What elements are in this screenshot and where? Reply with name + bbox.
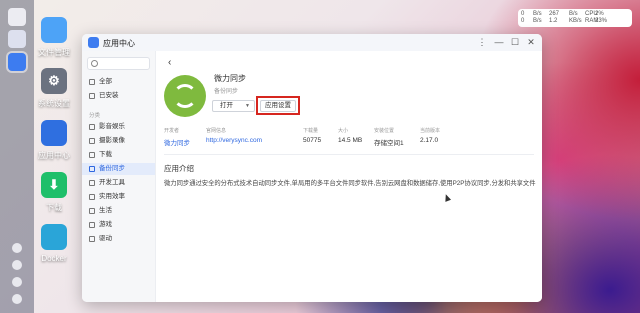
- box-icon: [89, 93, 95, 99]
- download-icon: [89, 152, 95, 158]
- sidebar-section-label: 分类: [89, 113, 101, 119]
- app-detail: ‹ 微力同步 备份同步 打开 ▼ 应用设置 开发者 微力同步 官网信息 http…: [156, 51, 542, 302]
- code-icon: [89, 180, 95, 186]
- grid-icon: [89, 79, 95, 85]
- sidebar-item-dev-tools[interactable]: 开发工具: [82, 177, 155, 189]
- info-version: 当前版本 2.17.0: [420, 128, 441, 144]
- film-icon: [89, 124, 95, 130]
- app-center-window: 应用中心 ⋮ — ☐ ✕ 全部 已安装 分类 影音娱乐 摄影录像 下载 备份同步…: [82, 34, 542, 302]
- search-icon: [91, 60, 98, 67]
- gear-icon: ⚙: [41, 68, 67, 94]
- gamepad-icon: [89, 222, 95, 228]
- sidebar-item-all[interactable]: 全部: [82, 76, 155, 88]
- desktop-icon-download[interactable]: ⬇ 下载: [22, 172, 86, 213]
- sidebar-item-drivers[interactable]: 驱动: [82, 233, 155, 245]
- sidebar-item-download[interactable]: 下载: [82, 149, 155, 161]
- sync-icon: [89, 166, 95, 172]
- bell-icon[interactable]: [12, 260, 22, 270]
- sidebar-item-games[interactable]: 游戏: [82, 219, 155, 231]
- minimize-button[interactable]: —: [494, 37, 504, 47]
- tool-icon: [89, 194, 95, 200]
- sync-icon: [173, 84, 197, 108]
- window-title: 应用中心: [103, 39, 135, 48]
- app-name: 微力同步: [214, 74, 246, 83]
- chip-icon: [89, 236, 95, 242]
- folder-icon: [41, 17, 67, 43]
- settings-icon[interactable]: [12, 294, 22, 304]
- highlight-box: [256, 96, 300, 115]
- sidebar-item-media[interactable]: 影音娱乐: [82, 121, 155, 133]
- desktop-icon-settings[interactable]: ⚙ 系统设置: [22, 68, 86, 109]
- system-status-widget: 0 B/s 267 B/s CPU 2% 0 B/s 1.2 KB/s RAM …: [518, 9, 632, 27]
- intro-text: 微力同步通过安全的分布式技术自动同步文件,单局用的多平台文件同步软件,告别云网盘…: [164, 180, 536, 187]
- store-icon: [41, 120, 67, 146]
- close-button[interactable]: ✕: [526, 37, 536, 47]
- sidebar-item-productivity[interactable]: 实用效率: [82, 191, 155, 203]
- user-icon[interactable]: [12, 277, 22, 287]
- download-icon: ⬇: [41, 172, 67, 198]
- open-button[interactable]: 打开 ▼: [212, 100, 255, 112]
- info-downloads: 下载量 50775: [303, 128, 322, 144]
- search-input[interactable]: [87, 57, 150, 70]
- pin-icon[interactable]: ⋮: [477, 37, 487, 47]
- sidebar: 全部 已安装 分类 影音娱乐 摄影录像 下载 备份同步 开发工具 实用效率 生活…: [82, 51, 156, 302]
- intro-title: 应用介绍: [164, 164, 194, 173]
- desktop-icon-docker[interactable]: Docker: [22, 224, 86, 263]
- home-icon: [89, 208, 95, 214]
- sidebar-item-photo[interactable]: 摄影录像: [82, 135, 155, 147]
- sidebar-item-life[interactable]: 生活: [82, 205, 155, 217]
- info-size: 大小 14.5 MB: [338, 128, 363, 144]
- info-developer: 开发者 微力同步: [164, 128, 190, 147]
- help-icon[interactable]: [12, 243, 22, 253]
- app-logo: [164, 75, 206, 117]
- app-category: 备份同步: [214, 89, 239, 95]
- desktop-icon-app-center[interactable]: 应用中心: [22, 120, 86, 161]
- chevron-left-icon[interactable]: ‹: [168, 57, 171, 68]
- app-center-icon: [88, 37, 99, 48]
- camera-icon: [89, 138, 95, 144]
- window-titlebar[interactable]: 应用中心 ⋮ — ☐ ✕: [82, 34, 542, 52]
- sidebar-item-backup-sync[interactable]: 备份同步: [82, 163, 155, 175]
- docker-icon: [41, 224, 67, 250]
- info-website: 官网信息 http://verysync.com: [206, 128, 262, 144]
- chevron-down-icon[interactable]: ▼: [245, 101, 250, 111]
- divider: [164, 154, 534, 155]
- maximize-button[interactable]: ☐: [510, 37, 520, 47]
- desktop-icon-files[interactable]: 文件管理: [22, 17, 86, 58]
- sidebar-item-installed[interactable]: 已安装: [82, 90, 155, 102]
- info-location: 安装位置 存储空间1: [374, 128, 404, 147]
